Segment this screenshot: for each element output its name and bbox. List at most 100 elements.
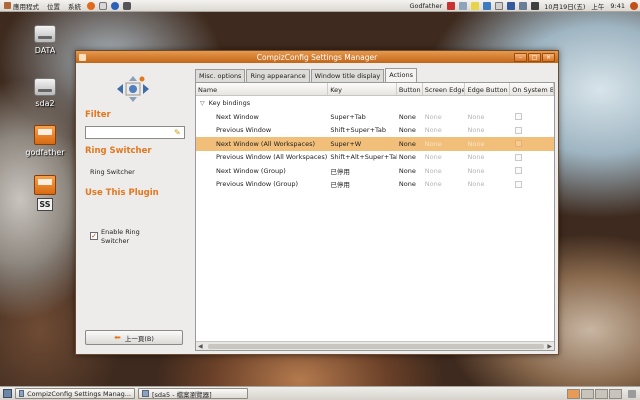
- column-header-key[interactable]: Key: [328, 83, 397, 95]
- email-launcher-icon[interactable]: [99, 1, 107, 10]
- power-icon[interactable]: [630, 1, 638, 10]
- button-binding[interactable]: None: [397, 113, 423, 121]
- table-row[interactable]: Next Window Super+Tab None None None: [196, 110, 554, 124]
- tab-ring-appearance[interactable]: Ring appearance: [246, 69, 310, 82]
- edge-button-binding[interactable]: None: [466, 140, 511, 148]
- workspace-1[interactable]: [567, 388, 580, 399]
- system-bell-checkbox[interactable]: [515, 113, 523, 121]
- edge-button-binding[interactable]: None: [466, 153, 511, 161]
- date-display[interactable]: 10月19日(五): [541, 1, 588, 11]
- column-header-button[interactable]: Button: [397, 83, 423, 95]
- screenshot-launcher-icon[interactable]: [123, 1, 131, 10]
- enable-plugin-label[interactable]: Enable Ring Switcher: [101, 228, 156, 246]
- applications-menu[interactable]: 應用程式: [0, 0, 43, 12]
- workspace-2[interactable]: [581, 388, 594, 399]
- desktop-icon-sda2[interactable]: sda2: [19, 78, 71, 108]
- scrollbar-thumb[interactable]: [208, 344, 544, 349]
- left-pane: Filter ✎ Ring Switcher Ring Switcher Use…: [81, 68, 191, 350]
- network-manager-icon[interactable]: [519, 1, 528, 10]
- back-button[interactable]: ⬅ 上一頁(B): [85, 330, 183, 345]
- filter-input[interactable]: ✎: [85, 126, 185, 139]
- desktop-icon-label: sda2: [35, 99, 55, 108]
- plugin-description: Ring Switcher: [90, 168, 135, 176]
- key-binding[interactable]: Shift+Alt+Super+Tab: [328, 153, 397, 161]
- scroll-left-icon[interactable]: ◀: [198, 343, 203, 350]
- network-tray-icon[interactable]: [459, 1, 468, 10]
- column-header-screen-edge[interactable]: Screen Edge: [423, 83, 466, 95]
- desktop-icon-godfather[interactable]: godfather: [19, 125, 71, 157]
- close-button[interactable]: ×: [542, 52, 555, 62]
- edge-button-binding[interactable]: None: [466, 126, 511, 134]
- tab-window-title-display[interactable]: Window title display: [310, 69, 385, 82]
- places-menu[interactable]: 位置: [43, 0, 64, 12]
- chat-tray-icon[interactable]: [483, 1, 492, 10]
- expander-down-icon[interactable]: ▽: [200, 100, 205, 107]
- button-binding[interactable]: None: [397, 140, 423, 148]
- action-name: Next Window: [216, 112, 259, 121]
- desktop-icon-ss[interactable]: SS: [19, 175, 71, 211]
- bluetooth-icon[interactable]: [507, 1, 516, 10]
- table-row-selected[interactable]: Next Window (All Workspaces) Super+W Non…: [196, 137, 554, 151]
- table-row[interactable]: Next Window (Group) 已停用 None None None: [196, 164, 554, 178]
- applications-menu-label: 應用程式: [13, 2, 39, 11]
- button-binding[interactable]: None: [397, 167, 423, 175]
- workspace-3[interactable]: [595, 388, 608, 399]
- key-binding[interactable]: 已停用: [328, 166, 397, 176]
- column-header-name[interactable]: Name: [196, 83, 329, 95]
- window-titlebar[interactable]: CompizConfig Settings Manager – □ ×: [76, 51, 558, 63]
- edge-button-binding[interactable]: None: [466, 167, 511, 175]
- screen-edge-binding[interactable]: None: [423, 167, 466, 175]
- user-name[interactable]: Godfather: [407, 2, 446, 10]
- table-row[interactable]: Previous Window (All Workspaces) Shift+A…: [196, 151, 554, 165]
- key-binding[interactable]: Shift+Super+Tab: [328, 126, 397, 134]
- system-menu[interactable]: 系統: [64, 0, 85, 12]
- screen-edge-binding[interactable]: None: [423, 126, 466, 134]
- column-header-on-system-bell[interactable]: On System B: [510, 83, 554, 95]
- scroll-right-icon[interactable]: ▶: [547, 343, 552, 350]
- desktop-icon-data[interactable]: DATA: [19, 25, 71, 55]
- update-tray-icon[interactable]: [495, 1, 504, 10]
- screen-edge-binding[interactable]: None: [423, 140, 466, 148]
- column-header-edge-button[interactable]: Edge Button: [465, 83, 511, 95]
- notes-tray-icon[interactable]: [471, 1, 480, 10]
- button-binding[interactable]: None: [397, 153, 423, 161]
- tab-misc-options[interactable]: Misc. options: [195, 69, 246, 82]
- trash-icon[interactable]: [628, 389, 636, 398]
- workspace-4[interactable]: [609, 388, 622, 399]
- screen-edge-binding[interactable]: None: [423, 153, 466, 161]
- table-row[interactable]: Previous Window Shift+Super+Tab None Non…: [196, 124, 554, 138]
- button-binding[interactable]: None: [397, 126, 423, 134]
- show-desktop-icon[interactable]: [3, 389, 12, 398]
- maximize-button[interactable]: □: [528, 52, 541, 62]
- tab-actions[interactable]: Actions: [385, 68, 417, 82]
- screen-edge-binding[interactable]: None: [423, 180, 466, 188]
- table-row[interactable]: Previous Window (Group) 已停用 None None No…: [196, 178, 554, 192]
- horizontal-scrollbar[interactable]: ◀ ▶: [196, 341, 554, 350]
- taskbar-item-ccsm[interactable]: CompizConfig Settings Manag...: [15, 388, 135, 399]
- clock[interactable]: 9:41: [607, 2, 628, 10]
- system-bell-checkbox[interactable]: [515, 126, 523, 134]
- key-binding[interactable]: Super+W: [328, 140, 397, 148]
- key-binding[interactable]: 已停用: [328, 179, 397, 189]
- volume-icon[interactable]: [531, 1, 540, 10]
- screen-edge-binding[interactable]: None: [423, 113, 466, 121]
- enable-plugin-checkbox[interactable]: ✓: [90, 232, 98, 240]
- desktop-icon-label: godfather: [25, 148, 65, 157]
- red-tray-icon[interactable]: [447, 1, 456, 10]
- firefox-launcher-icon[interactable]: [87, 1, 95, 10]
- help-launcher-icon[interactable]: [111, 1, 119, 10]
- edge-button-binding[interactable]: None: [466, 113, 511, 121]
- top-panel: 應用程式 位置 系統 Godfather 10月19日(五) 上午 9:41: [0, 0, 640, 12]
- key-bindings-group[interactable]: ▽ Key bindings: [196, 96, 554, 110]
- system-bell-checkbox[interactable]: [515, 167, 523, 175]
- settings-tabs: Misc. options Ring appearance Window tit…: [195, 68, 555, 82]
- clear-filter-icon[interactable]: ✎: [174, 129, 182, 137]
- system-bell-checkbox[interactable]: [515, 140, 523, 148]
- minimize-button[interactable]: –: [514, 52, 527, 62]
- key-binding[interactable]: Super+Tab: [328, 113, 397, 121]
- button-binding[interactable]: None: [397, 180, 423, 188]
- edge-button-binding[interactable]: None: [466, 180, 511, 188]
- system-bell-checkbox[interactable]: [515, 180, 523, 188]
- taskbar-item-file-browser[interactable]: [sda5 - 檔案瀏覽器]: [138, 388, 248, 399]
- system-bell-checkbox[interactable]: [515, 153, 523, 161]
